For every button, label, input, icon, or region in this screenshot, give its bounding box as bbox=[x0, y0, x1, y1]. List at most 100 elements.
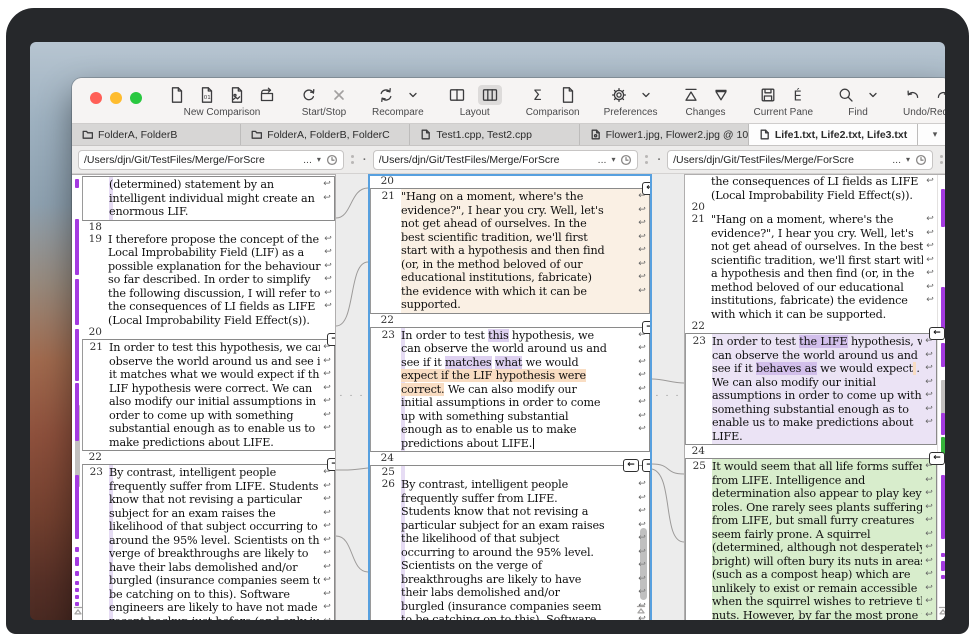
text-line[interactable]: the consequences of LI fields as LIFE bbox=[711, 175, 923, 189]
text-line[interactable]: I therefore propose the concept of the bbox=[108, 233, 321, 247]
text-line[interactable]: likelihood of that subject occurring to bbox=[109, 520, 320, 534]
path-ellipsis-button[interactable]: ... bbox=[598, 154, 607, 166]
text-line[interactable]: when the squirrel wishes to retrieve the bbox=[712, 595, 922, 609]
tab-2[interactable]: FolderA, FolderB, FolderC bbox=[241, 124, 410, 145]
text-line[interactable]: enormous LIF. bbox=[109, 205, 320, 219]
text-line[interactable]: up with something substantial bbox=[401, 410, 635, 424]
change-next-icon[interactable] bbox=[712, 86, 730, 104]
text-line[interactable]: occurring to around the 95% level. bbox=[401, 546, 635, 560]
text-line[interactable]: bright) will often bury its nuts in area… bbox=[712, 555, 922, 569]
text-line[interactable]: intelligent individual might create an bbox=[109, 192, 320, 206]
text-line[interactable]: recent backup just before (and only just bbox=[109, 615, 320, 621]
text-line[interactable]: subject for an exam raises the bbox=[109, 507, 320, 521]
text-line[interactable]: "Hang on a moment, where's the bbox=[711, 213, 923, 227]
text-line[interactable]: evidence?", I hear you cry. Well, let's bbox=[711, 227, 923, 241]
text-line[interactable]: Students know that not revising a bbox=[401, 505, 635, 519]
text-line[interactable]: best scientific tradition, we'll first bbox=[401, 231, 635, 245]
text-line[interactable]: We can also modify our initial bbox=[712, 376, 922, 390]
path-field-2[interactable]: /Users/djn/Git/TestFiles/Merge/ForScre..… bbox=[373, 150, 639, 170]
gear-icon[interactable] bbox=[610, 86, 628, 104]
text-line[interactable]: unlikely to exist or remain accessible bbox=[712, 582, 922, 596]
chevron-down-icon[interactable] bbox=[867, 89, 879, 101]
text-line[interactable]: burgled (insurance companies seem to bbox=[109, 574, 320, 588]
doc-media-icon[interactable] bbox=[228, 86, 246, 104]
text-line[interactable]: substantial enough as to enable us to bbox=[109, 422, 320, 436]
text-line[interactable]: not get ahead of ourselves. In the best bbox=[711, 240, 923, 254]
text-line[interactable]: It would seem that all life forms suffer bbox=[712, 460, 922, 474]
go-last-change-icon[interactable] bbox=[636, 618, 646, 620]
text-line[interactable] bbox=[711, 202, 923, 213]
merge-left-button[interactable]: ← bbox=[929, 327, 945, 340]
minimize-window-button[interactable] bbox=[110, 92, 122, 104]
text-line[interactable]: (determined) statement by an bbox=[109, 178, 320, 192]
zoom-window-button[interactable] bbox=[130, 92, 142, 104]
path-history-icon[interactable] bbox=[915, 154, 927, 166]
text-line[interactable]: evidence?", I hear you cry. Well, let's bbox=[401, 204, 635, 218]
text-line[interactable]: a hypothesis and then find (or, in the bbox=[711, 267, 923, 281]
redo-icon[interactable] bbox=[934, 86, 945, 104]
text-line[interactable]: see if it behaves as we would expect . bbox=[712, 362, 922, 376]
text-line[interactable]: By contrast, intelligent people bbox=[401, 478, 635, 492]
search-icon[interactable] bbox=[837, 86, 855, 104]
text-line[interactable]: (Local Improbability Field Effect(s)). bbox=[711, 189, 923, 203]
text-flow[interactable]: 2021"Hang on a moment, where's the↩evide… bbox=[370, 176, 650, 620]
path-history-icon[interactable] bbox=[620, 154, 632, 166]
toolbar-item-preferences[interactable]: Preferences bbox=[604, 85, 658, 118]
text-line[interactable]: In order to test the LIFE hypothesis, we bbox=[712, 335, 922, 349]
text-line[interactable]: method beloved of our educational bbox=[711, 281, 923, 295]
text-line[interactable] bbox=[711, 321, 923, 332]
text-line[interactable]: not get ahead of ourselves. In the bbox=[401, 217, 635, 231]
text-line[interactable]: possible explanation for the behaviour bbox=[108, 260, 321, 274]
text-line[interactable]: Local Improbability Field (LIF) as a bbox=[108, 246, 321, 260]
text-line[interactable]: frequently suffer from LIFE. Students bbox=[109, 480, 320, 494]
pane-divider-grip[interactable] bbox=[937, 155, 945, 164]
text-flow[interactable]: (determined) statement by an↩intelligent… bbox=[82, 175, 335, 620]
merge-right-button[interactable]: → bbox=[642, 459, 652, 472]
pane-divider-grip[interactable] bbox=[348, 155, 357, 164]
text-line[interactable]: determination also appear to play key bbox=[712, 487, 922, 501]
toolbar-item-new-comparison[interactable]: 01New Comparison bbox=[168, 85, 276, 118]
text-line[interactable]: the following discussion, I will refer t… bbox=[108, 287, 321, 301]
text-line[interactable]: In order to test this hypothesis, we can bbox=[109, 341, 320, 355]
path-field-3[interactable]: /Users/djn/Git/TestFiles/Merge/ForScre..… bbox=[667, 150, 933, 170]
change-prev-icon[interactable] bbox=[682, 86, 700, 104]
text-line[interactable]: roles. One rarely sees plants suffering bbox=[712, 501, 922, 515]
path-history-icon[interactable] bbox=[326, 154, 338, 166]
text-line[interactable]: the likelihood of that subject bbox=[401, 532, 635, 546]
path-dropdown-caret[interactable]: ▾ bbox=[317, 155, 321, 164]
merge-right-button[interactable]: → bbox=[327, 458, 336, 471]
save-icon[interactable] bbox=[759, 86, 777, 104]
toolbar-item-changes[interactable]: Changes bbox=[682, 85, 730, 118]
text-line[interactable]: (determined, although not desperately bbox=[712, 541, 922, 555]
text-line[interactable]: engineers are likely to have not made a bbox=[109, 601, 320, 615]
text-line[interactable]: see if it matches what we would bbox=[401, 356, 635, 370]
text-line[interactable]: predictions about LIFE. bbox=[401, 437, 635, 451]
pane-left[interactable]: (determined) statement by an↩intelligent… bbox=[72, 174, 336, 620]
tab-list-dropdown[interactable]: ▾ bbox=[918, 124, 945, 145]
text-line[interactable]: order to come up with something bbox=[109, 409, 320, 423]
merge-right-button[interactable]: → bbox=[642, 321, 652, 334]
text-line[interactable]: know that not revising a particular bbox=[109, 493, 320, 507]
text-line[interactable]: In order to test this hypothesis, we bbox=[401, 329, 635, 343]
text-line[interactable]: "Hang on a moment, where's the bbox=[401, 190, 635, 204]
refresh-icon[interactable] bbox=[300, 86, 318, 104]
text-line[interactable]: observe the world around us and see if bbox=[109, 355, 320, 369]
doc-plain-icon[interactable] bbox=[168, 86, 186, 104]
tab-1[interactable]: FolderA, FolderB bbox=[72, 124, 241, 145]
path-field-1[interactable]: /Users/djn/Git/TestFiles/Merge/ForScre..… bbox=[78, 150, 344, 170]
text-line[interactable]: have their labs demolished and/or bbox=[109, 561, 320, 575]
text-line[interactable]: educational institutions, fabricate) bbox=[401, 271, 635, 285]
text-line[interactable]: nuts. However, by far the most prone to bbox=[712, 609, 922, 621]
sigma-icon[interactable]: Σ bbox=[529, 86, 547, 104]
text-line[interactable]: be catching on to this). Software bbox=[109, 588, 320, 602]
text-line[interactable]: around the 95% level. Scientists on the bbox=[109, 534, 320, 548]
undo-icon[interactable] bbox=[904, 86, 922, 104]
text-line[interactable]: frequently suffer from LIFE. bbox=[401, 492, 635, 506]
path-ellipsis-button[interactable]: ... bbox=[303, 154, 312, 166]
doc-01-icon[interactable]: 01 bbox=[198, 86, 216, 104]
toolbar-item-layout[interactable]: Layout bbox=[448, 85, 502, 118]
toolbar-item-undo-redo[interactable]: Undo/Redo bbox=[903, 85, 945, 118]
text-line[interactable]: seem fairly prone. A squirrel bbox=[712, 528, 922, 542]
toolbar-item-start-stop[interactable]: Start/Stop bbox=[300, 85, 348, 118]
close-window-button[interactable] bbox=[90, 92, 102, 104]
